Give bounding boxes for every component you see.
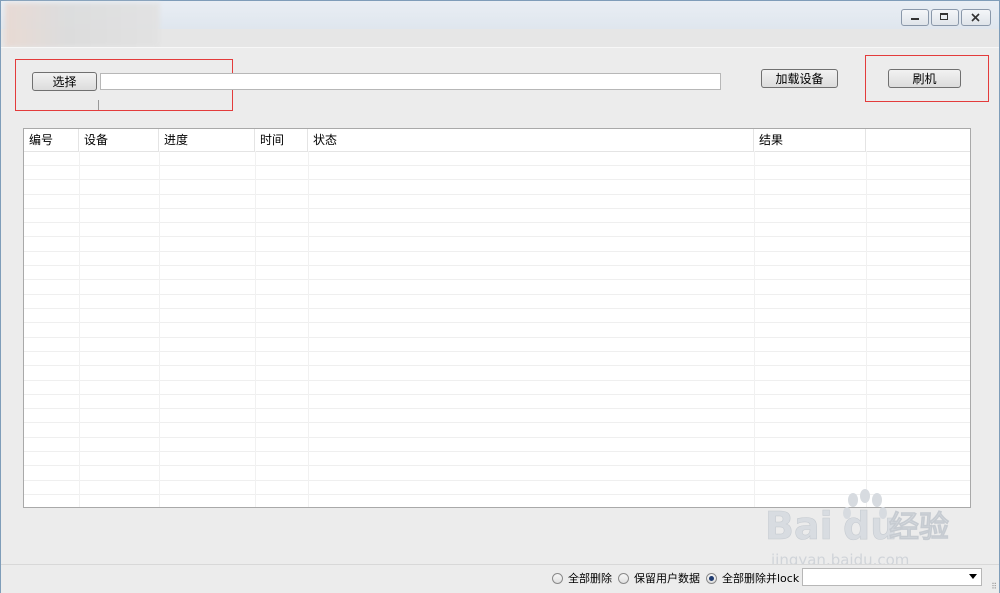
radio-delete-all[interactable] [552, 573, 563, 584]
column-divider [866, 151, 867, 507]
table-row [24, 351, 970, 352]
table-row [24, 394, 970, 395]
table-row [24, 279, 970, 280]
table-row [24, 408, 970, 409]
column-header-time[interactable]: 时间 [255, 129, 308, 151]
column-divider [159, 151, 160, 507]
app-window: 选择 加载设备 刷机 编号 设备 进度 时间 状态 结果 Bai du 经验 j… [0, 0, 1000, 593]
maximize-icon [940, 13, 948, 20]
table-row [24, 194, 970, 195]
file-path-input[interactable] [100, 73, 721, 90]
column-header-result[interactable]: 结果 [754, 129, 866, 151]
table-row [24, 165, 970, 166]
radio-delete-all-lock-label[interactable]: 全部删除并lock [722, 570, 799, 586]
radio-delete-all-label[interactable]: 全部删除 [568, 570, 612, 586]
radio-keep-user-data-label[interactable]: 保留用户数据 [634, 570, 700, 586]
table-row [24, 294, 970, 295]
column-header-progress[interactable]: 进度 [159, 129, 255, 151]
table-row [24, 480, 970, 481]
table-row [24, 236, 970, 237]
dropdown-arrow-icon[interactable] [969, 574, 977, 579]
table-row [24, 222, 970, 223]
radio-delete-all-lock[interactable] [706, 573, 717, 584]
table-row [24, 337, 970, 338]
column-header-device[interactable]: 设备 [79, 129, 159, 151]
table-row [24, 265, 970, 266]
flash-button[interactable]: 刷机 [888, 69, 961, 88]
option-dropdown[interactable] [802, 568, 982, 586]
table-row [24, 308, 970, 309]
table-row [24, 251, 970, 252]
minimize-button[interactable] [901, 9, 929, 26]
window-controls [901, 9, 991, 26]
column-divider [255, 151, 256, 507]
status-bar: 全部删除 保留用户数据 全部删除并lock ⠿ [1, 564, 999, 593]
table-row [24, 380, 970, 381]
column-divider [308, 151, 309, 507]
column-header-status[interactable]: 状态 [308, 129, 754, 151]
table-row [24, 465, 970, 466]
table-row [24, 365, 970, 366]
load-device-button[interactable]: 加载设备 [761, 69, 838, 88]
close-button[interactable] [961, 9, 991, 26]
select-button[interactable]: 选择 [32, 72, 97, 91]
column-header-filler [866, 129, 970, 151]
radio-keep-user-data[interactable] [618, 573, 629, 584]
blurred-app-title [5, 3, 160, 47]
column-divider [754, 151, 755, 507]
close-icon [971, 13, 980, 22]
table-row [24, 179, 970, 180]
text-cursor [98, 100, 99, 110]
table-header: 编号 设备 进度 时间 状态 结果 [24, 129, 970, 152]
maximize-button[interactable] [931, 9, 959, 26]
column-divider [79, 151, 80, 507]
table-row [24, 322, 970, 323]
watermark-brand: Bai [765, 504, 833, 548]
minimize-icon [911, 18, 919, 20]
device-table[interactable]: 编号 设备 进度 时间 状态 结果 [23, 128, 971, 508]
column-header-id[interactable]: 编号 [24, 129, 79, 151]
watermark-suffix: 经验 [889, 510, 949, 545]
table-row [24, 437, 970, 438]
table-row [24, 422, 970, 423]
resize-grip-icon[interactable]: ⠿ [991, 583, 997, 591]
table-row [24, 208, 970, 209]
table-row [24, 451, 970, 452]
